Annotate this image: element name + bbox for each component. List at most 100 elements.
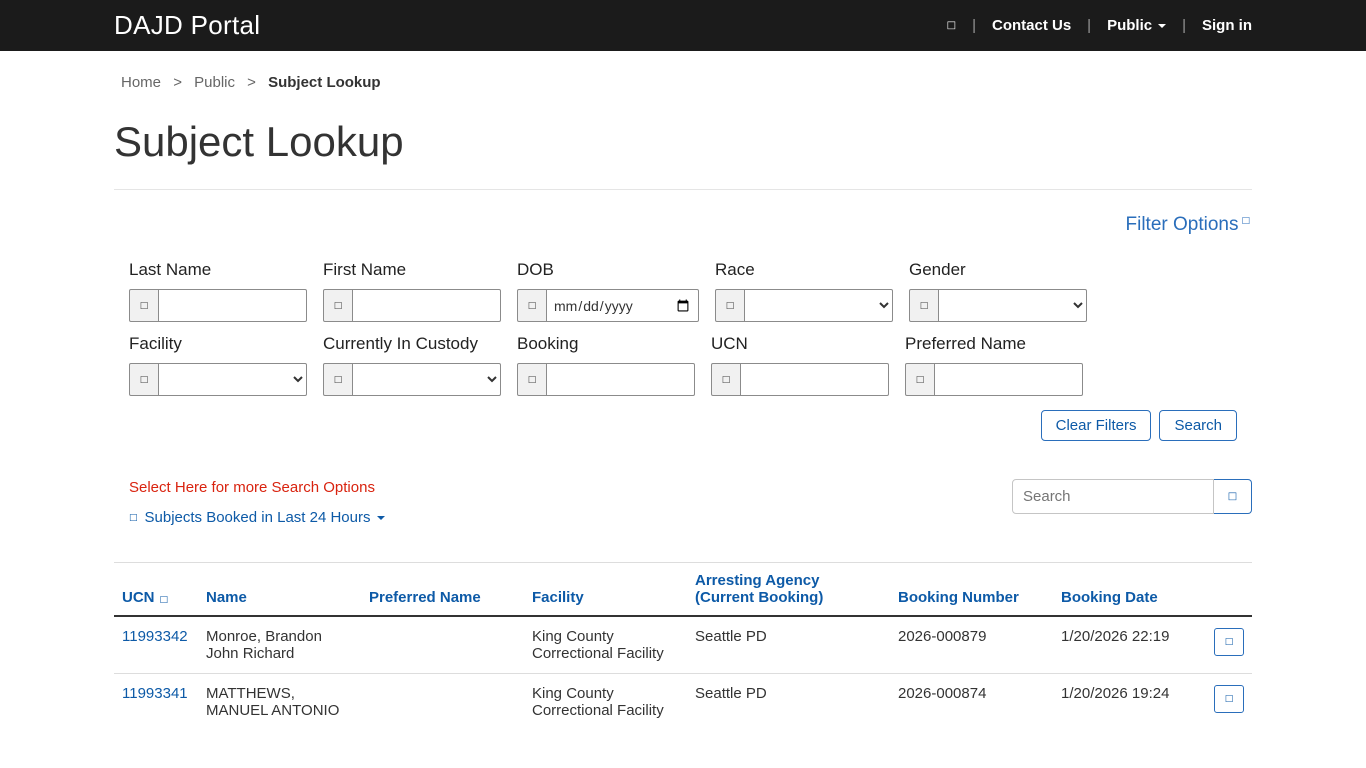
custody-clear-button[interactable]: □ <box>323 363 353 396</box>
name-cell: Monroe, Brandon John Richard <box>198 616 361 674</box>
nav-item-sign-in[interactable]: Sign in <box>1202 17 1252 34</box>
table-search-group: □ <box>1012 479 1252 514</box>
details-icon: □ <box>1225 694 1234 704</box>
table-search-input[interactable] <box>1012 479 1214 514</box>
column-header-name[interactable]: Name <box>198 563 361 617</box>
nav-item-contact-us[interactable]: Contact Us <box>992 17 1071 34</box>
details-icon: □ <box>1225 637 1234 647</box>
navbar-divider: | <box>972 17 976 34</box>
ucn-link[interactable]: 11993342 <box>122 628 188 645</box>
gender-select[interactable] <box>938 289 1087 322</box>
booking-number-cell: 2026-000874 <box>890 674 1053 731</box>
booking-date-cell: 1/20/2026 19:24 <box>1053 674 1186 731</box>
column-header-preferred-name[interactable]: Preferred Name <box>361 563 524 617</box>
breadcrumb-current: Subject Lookup <box>268 74 381 91</box>
row-details-button[interactable]: □ <box>1214 685 1244 713</box>
facility-cell: King County Correctional Facility <box>524 674 687 731</box>
column-header-booking-number[interactable]: Booking Number <box>890 563 1053 617</box>
filter-icon: □ <box>1241 216 1250 226</box>
nav-item-public-menu[interactable]: Public <box>1107 17 1166 34</box>
search-icon: □ <box>1228 491 1237 502</box>
table-row: 11993341 MATTHEWS, MANUEL ANTONIO King C… <box>114 674 1252 731</box>
column-header-actions <box>1186 563 1252 617</box>
brand-logo[interactable]: DAJD Portal <box>114 10 260 41</box>
dob-input[interactable] <box>546 289 699 322</box>
caret-down-icon <box>1158 24 1166 28</box>
navbar-divider: | <box>1087 17 1091 34</box>
dob-label: DOB <box>517 260 699 280</box>
preferred-name-clear-button[interactable]: □ <box>905 363 935 396</box>
facility-clear-button[interactable]: □ <box>129 363 159 396</box>
sort-icon: □ <box>160 595 169 605</box>
arresting-agency-cell: Seattle PD <box>687 616 890 674</box>
field-icon: □ <box>920 301 929 311</box>
column-header-arresting-agency[interactable]: Arresting Agency (Current Booking) <box>687 563 890 617</box>
subjects-last-24-hours-dropdown[interactable]: □ Subjects Booked in Last 24 Hours <box>129 509 385 526</box>
preferred-name-cell <box>361 674 524 731</box>
dob-clear-button[interactable]: □ <box>517 289 547 322</box>
navbar-divider: | <box>1182 17 1186 34</box>
gender-label: Gender <box>909 260 1087 280</box>
race-select[interactable] <box>744 289 893 322</box>
name-cell: MATTHEWS, MANUEL ANTONIO <box>198 674 361 731</box>
column-header-booking-date[interactable]: Booking Date <box>1053 563 1186 617</box>
top-navbar: DAJD Portal □ | Contact Us | Public | Si… <box>0 0 1366 51</box>
last-name-input[interactable] <box>158 289 307 322</box>
column-header-facility[interactable]: Facility <box>524 563 687 617</box>
subjects-last-24-hours-label: Subjects Booked in Last 24 Hours <box>145 509 371 526</box>
arresting-agency-cell: Seattle PD <box>687 674 890 731</box>
field-icon: □ <box>334 301 343 311</box>
field-icon: □ <box>722 375 731 385</box>
breadcrumb-home[interactable]: Home <box>121 74 161 91</box>
field-icon: □ <box>726 301 735 311</box>
field-icon: □ <box>916 375 925 385</box>
first-name-input[interactable] <box>352 289 501 322</box>
filter-options-toggle[interactable]: Filter Options□ <box>1126 214 1251 235</box>
booking-label: Booking <box>517 334 695 354</box>
search-icon: □ <box>947 20 956 31</box>
preferred-name-input[interactable] <box>934 363 1083 396</box>
last-name-clear-button[interactable]: □ <box>129 289 159 322</box>
booking-clear-button[interactable]: □ <box>517 363 547 396</box>
breadcrumb-public[interactable]: Public <box>194 74 235 91</box>
ucn-header-label: UCN <box>122 589 155 606</box>
preferred-name-label: Preferred Name <box>905 334 1083 354</box>
row-details-button[interactable]: □ <box>1214 628 1244 656</box>
preferred-name-cell <box>361 616 524 674</box>
booking-date-cell: 1/20/2026 22:19 <box>1053 616 1186 674</box>
nav-item-public-label: Public <box>1107 17 1152 34</box>
page-title: Subject Lookup <box>114 117 1252 190</box>
ucn-input[interactable] <box>740 363 889 396</box>
breadcrumb: Home > Public > Subject Lookup <box>114 74 1252 91</box>
ucn-link[interactable]: 11993341 <box>122 685 188 702</box>
ucn-label: UCN <box>711 334 889 354</box>
race-label: Race <box>715 260 893 280</box>
gender-clear-button[interactable]: □ <box>909 289 939 322</box>
caret-down-icon <box>377 516 385 520</box>
ucn-clear-button[interactable]: □ <box>711 363 741 396</box>
booking-number-cell: 2026-000879 <box>890 616 1053 674</box>
last-name-label: Last Name <box>129 260 307 280</box>
facility-cell: King County Correctional Facility <box>524 616 687 674</box>
field-icon: □ <box>528 301 537 311</box>
navbar-search-button[interactable]: □ <box>947 20 956 31</box>
field-icon: □ <box>528 375 537 385</box>
booking-input[interactable] <box>546 363 695 396</box>
navbar-menu: □ | Contact Us | Public | Sign in <box>947 17 1252 34</box>
currently-in-custody-select[interactable] <box>352 363 501 396</box>
first-name-clear-button[interactable]: □ <box>323 289 353 322</box>
race-clear-button[interactable]: □ <box>715 289 745 322</box>
results-table: UCN □ Name Preferred Name Facility Arrest… <box>114 562 1252 730</box>
breadcrumb-separator: > <box>247 74 256 91</box>
search-button[interactable]: Search <box>1159 410 1237 441</box>
facility-label: Facility <box>129 334 307 354</box>
table-search-button[interactable]: □ <box>1214 479 1252 514</box>
column-header-ucn[interactable]: UCN □ <box>114 563 198 617</box>
table-row: 11993342 Monroe, Brandon John Richard Ki… <box>114 616 1252 674</box>
more-search-options-link[interactable]: Select Here for more Search Options <box>129 479 385 496</box>
first-name-label: First Name <box>323 260 501 280</box>
field-icon: □ <box>334 375 343 385</box>
clear-filters-button[interactable]: Clear Filters <box>1041 410 1152 441</box>
clock-icon: □ <box>129 513 138 523</box>
facility-select[interactable] <box>158 363 307 396</box>
